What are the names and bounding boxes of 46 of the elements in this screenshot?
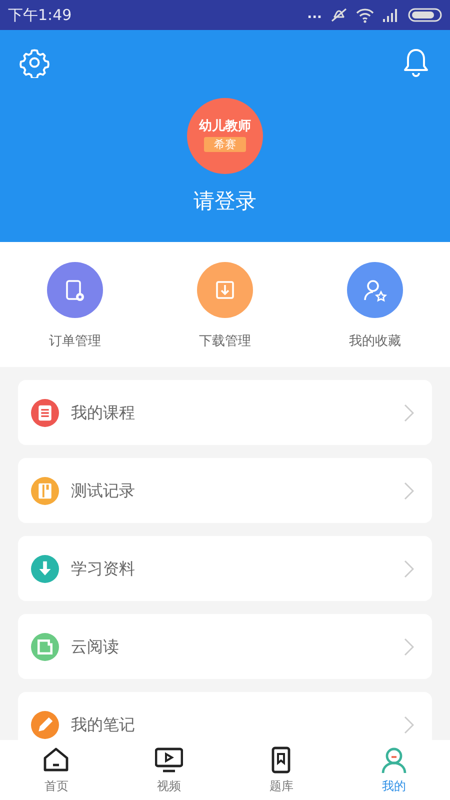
menu-item-label: 我的笔记	[71, 714, 136, 736]
tab-bar-item[interactable]: 我的	[338, 740, 450, 800]
wifi-icon	[356, 8, 374, 22]
menu-item-label: 我的课程	[71, 402, 136, 424]
chevron-right-icon	[404, 404, 414, 422]
menu-item[interactable]: 我的课程	[18, 380, 432, 445]
login-link[interactable]: 请登录	[194, 186, 256, 218]
document-icon	[31, 632, 59, 660]
menu-item[interactable]: 测试记录	[18, 458, 432, 523]
overflow-dots: ...	[307, 6, 322, 24]
tab-bar-item[interactable]: 首页	[0, 740, 112, 800]
chevron-right-icon	[404, 638, 414, 656]
quick-action-label: 下载管理	[199, 333, 251, 351]
menu-item-label: 云阅读	[71, 636, 120, 658]
quick-action-label: 订单管理	[49, 333, 101, 351]
tab-label: 首页	[44, 778, 68, 794]
menu-item-label: 测试记录	[71, 480, 136, 502]
tab-label: 题库	[269, 778, 294, 794]
signal-icon	[382, 8, 400, 22]
tab-label: 视频	[156, 778, 181, 794]
tab-bar-item[interactable]: 题库	[225, 740, 338, 800]
notification-bell-icon[interactable]	[402, 47, 430, 77]
menu-item[interactable]: 学习资料	[18, 536, 432, 601]
tab-label: 我的	[382, 778, 406, 794]
menu-item[interactable]: 云阅读	[18, 614, 432, 679]
tab-bar-item[interactable]: 视频	[112, 740, 225, 800]
battery-icon	[408, 8, 442, 22]
logo-badge: 希赛	[204, 137, 246, 152]
person-icon	[380, 746, 408, 774]
quick-action[interactable]: 订单管理	[0, 262, 150, 352]
chevron-right-icon	[404, 482, 414, 500]
logo-title: 幼儿教师	[199, 120, 251, 133]
chevron-right-icon	[404, 716, 414, 734]
quick-action[interactable]: 我的收藏	[300, 262, 450, 352]
quick-action-label: 我的收藏	[349, 333, 401, 351]
clock-time: 下午1:49	[8, 4, 72, 26]
chevron-right-icon	[404, 560, 414, 578]
muted-vibrate-icon	[330, 7, 348, 23]
video-screen-icon	[154, 746, 183, 774]
notebook-icon	[31, 476, 59, 504]
quick-action[interactable]: 下载管理	[150, 262, 300, 352]
menu-item[interactable]: 我的笔记	[18, 692, 432, 740]
menu-item-label: 学习资料	[71, 558, 136, 580]
list-icon	[31, 398, 59, 426]
settings-icon[interactable]	[19, 47, 50, 78]
home-icon	[42, 746, 70, 774]
